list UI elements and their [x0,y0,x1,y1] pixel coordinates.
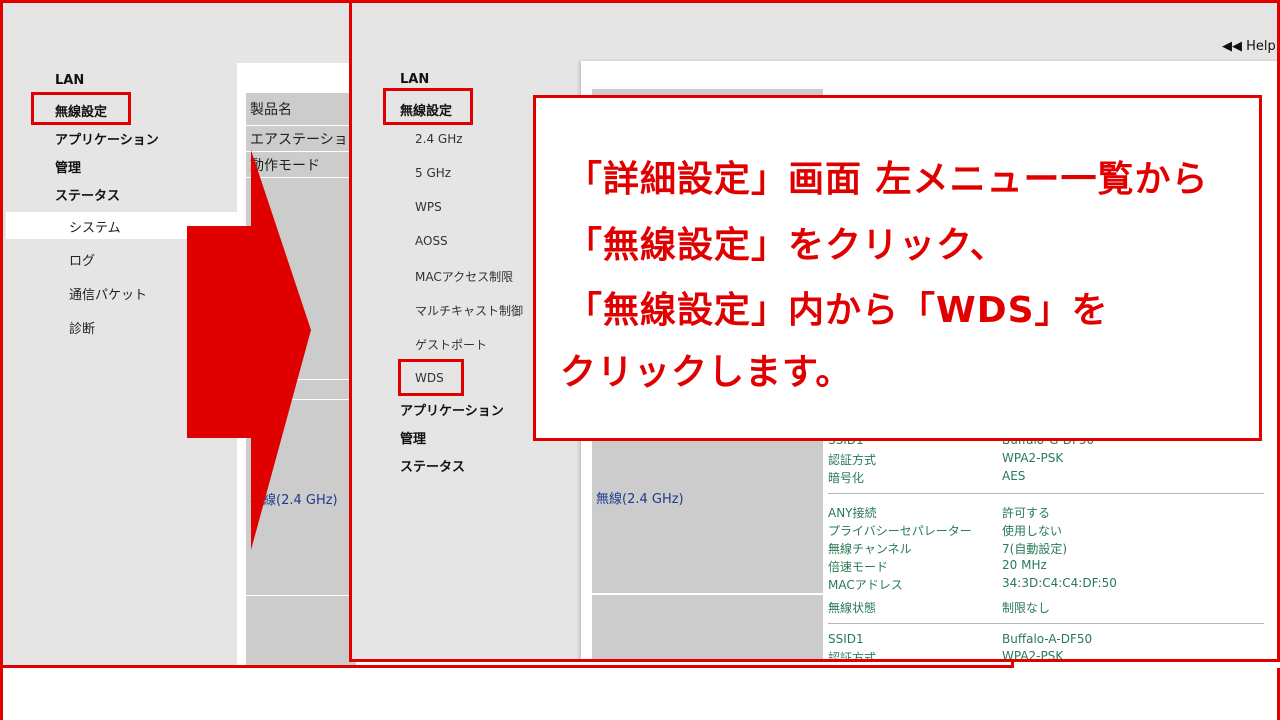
row-label-product-name: 製品名 [250,102,292,118]
row-label-wireless-24: 無線(2.4 GHz) [596,492,684,507]
wireless-sub-guest-port[interactable]: ゲストポート [415,336,487,353]
callout-line-4: クリックします。 [560,352,853,393]
detail-divider [828,623,1264,624]
menu-applications[interactable]: アプリケーション [55,129,159,148]
detail-value: WPA2-PSK [1002,451,1064,465]
detail-value: WPA2-PSK [1002,649,1064,662]
highlight-wireless-settings [31,92,131,125]
wireless-sub-5ghz[interactable]: 5 GHz [415,166,451,180]
right-arrow-icon [187,150,311,550]
detail-key: ANY接続 [828,506,877,520]
detail-key: MACアドレス [828,578,903,592]
detail-key: SSID1 [828,632,864,646]
wireless-sub-mac-filter[interactable]: MACアクセス制限 [415,268,513,285]
wireless-sub-multicast[interactable]: マルチキャスト制御 [415,302,523,319]
detail-value: 34:3D:C4:C4:DF:50 [1002,576,1117,590]
back-row-divider [246,125,356,126]
callout-line-2: 「無線設定」をクリック、 [566,225,1007,266]
status-sub-packets[interactable]: 通信パケット [69,284,147,303]
highlight-wireless-settings [383,88,473,125]
menu-lan[interactable]: LAN [400,72,429,87]
detail-key: 暗号化 [828,471,865,485]
status-sub-diagnostics[interactable]: 診断 [69,318,95,337]
menu-management[interactable]: 管理 [400,428,426,447]
detail-key: 認証方式 [828,651,877,662]
menu-lan[interactable]: LAN [55,73,84,88]
callout-line-1: 「詳細設定」画面 左メニュー一覧から [566,159,1209,200]
menu-status[interactable]: ステータス [400,456,465,475]
detail-key: 認証方式 [828,453,877,467]
menu-status[interactable]: ステータス [55,185,120,204]
wireless-sub-24ghz[interactable]: 2.4 GHz [415,132,463,146]
row-label-air-station: エアステーショ [250,132,348,148]
callout-line-3: 「無線設定」内から「WDS」を [566,290,1109,331]
front-row-divider [592,593,823,595]
detail-divider [828,493,1264,494]
detail-value: 制限なし [1002,601,1051,615]
back-row-divider [246,595,356,596]
help-link[interactable]: ◀◀ Help [1222,39,1276,54]
detail-key: 無線チャンネル [828,542,912,556]
wireless-sub-aoss[interactable]: AOSS [415,234,448,248]
detail-value: AES [1002,469,1026,483]
menu-management[interactable]: 管理 [55,157,81,176]
detail-value: Buffalo-A-DF50 [1002,632,1093,646]
detail-value: 許可する [1002,506,1051,520]
wireless-sub-wps[interactable]: WPS [415,200,442,214]
status-sub-system[interactable]: システム [69,217,121,236]
detail-key: プライバシーセパレーター [828,524,972,538]
bottom-strip [0,668,1280,720]
detail-value: 20 MHz [1002,558,1047,572]
menu-applications[interactable]: アプリケーション [400,400,504,419]
detail-value: 使用しない [1002,524,1063,538]
detail-key: 倍速モード [828,560,889,574]
detail-key: 無線状態 [828,601,877,615]
instruction-callout: 「詳細設定」画面 左メニュー一覧から 「無線設定」をクリック、 「無線設定」内か… [533,95,1262,441]
detail-value: 7(自動設定) [1002,542,1067,556]
status-sub-log[interactable]: ログ [69,250,95,269]
highlight-wds [398,359,464,396]
